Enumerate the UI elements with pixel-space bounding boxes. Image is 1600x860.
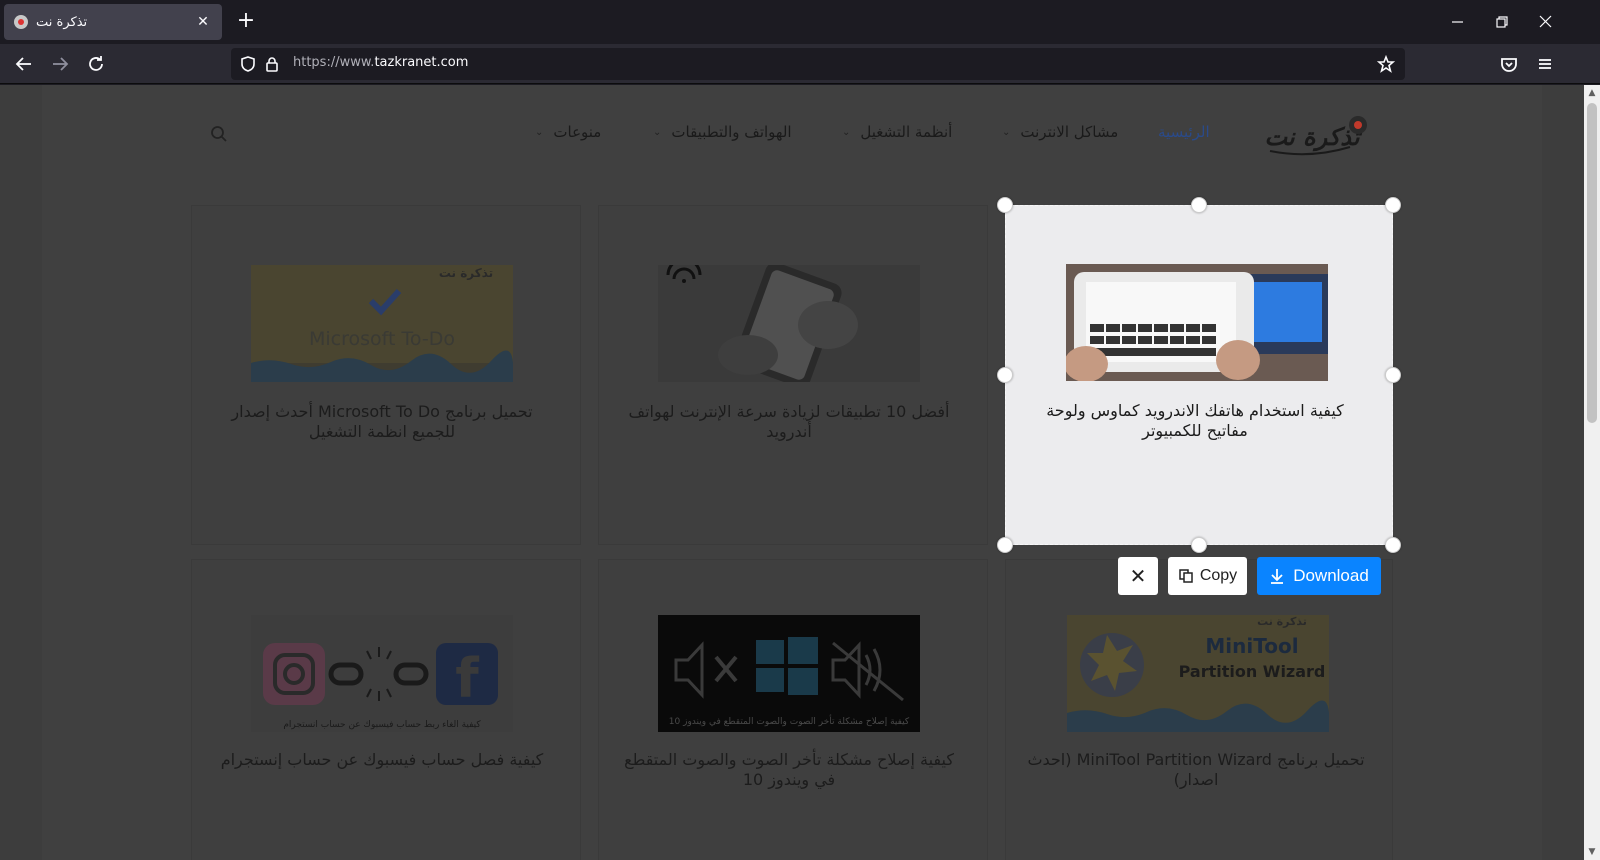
scroll-down-icon[interactable]: ▼	[1587, 847, 1597, 857]
article-title[interactable]: تحميل برنامج MiniTool Partition Wizard (…	[1026, 750, 1366, 790]
browser-tab[interactable]: تذكرة نت ✕	[4, 4, 222, 40]
thumb-caption: كيفية الغاء ربط حساب فيسبوك عن حساب انست…	[283, 720, 481, 730]
chevron-down-icon: ⌄	[842, 126, 851, 138]
url-prefix: https://www.	[293, 55, 375, 70]
nav-internet-label: مشاكل الانترنت	[1020, 123, 1119, 141]
article-thumbnail[interactable]: Microsoft To-Do تذكرة نت	[251, 265, 513, 382]
tab-strip: تذكرة نت ✕ +	[0, 0, 1600, 44]
page-viewport: تذكرة نت الرئيسية مشاكل الانترنت ⌄ أنظمة …	[0, 85, 1584, 860]
page-scrollbar[interactable]: ▲ ▼	[1584, 85, 1600, 860]
download-button[interactable]: Download	[1257, 557, 1381, 595]
nav-misc-label: منوعات	[553, 123, 602, 141]
chevron-down-icon: ⌄	[535, 126, 544, 138]
article-card[interactable]: كيفية إصلاح مشكلة تأخر الصوت والصوت المت…	[598, 559, 988, 860]
article-card[interactable]: f كيفية الغاء ربط حساب فيسبوك عن حساب ان…	[191, 559, 581, 860]
tab-title: تذكرة نت	[36, 14, 88, 30]
resize-handle-bottom-left[interactable]	[997, 537, 1013, 553]
nav-os-label: أنظمة التشغيل	[860, 123, 953, 141]
nav-phones-label: الهواتف والتطبيقات	[671, 123, 792, 141]
resize-handle-top-right[interactable]	[1385, 197, 1401, 213]
lock-icon[interactable]	[263, 55, 281, 73]
article-title[interactable]: تحميل برنامج Microsoft To Do أحدث إصدار …	[212, 402, 552, 442]
article-title[interactable]: أفضل 10 تطبيقات لزيادة سرعة الإنترنت لهو…	[619, 402, 959, 442]
nav-home[interactable]: الرئيسية	[1158, 123, 1210, 141]
article-thumbnail[interactable]: f كيفية الغاء ربط حساب فيسبوك عن حساب ان…	[251, 615, 513, 732]
resize-handle-bottom-right[interactable]	[1385, 537, 1401, 553]
download-label: Download	[1293, 566, 1369, 585]
download-icon	[1271, 569, 1284, 584]
tracking-protection-icon[interactable]	[239, 55, 257, 73]
article-thumbnail[interactable]	[658, 265, 920, 382]
nav-misc[interactable]: منوعات ⌄	[535, 123, 601, 141]
thumb-text-2: Partition Wizard	[1179, 662, 1326, 681]
navigation-toolbar: https://www.tazkranet.com	[0, 44, 1600, 84]
pocket-icon[interactable]	[1497, 52, 1521, 76]
article-card[interactable]: MiniTool Partition Wizard تذكرة نت تحميل…	[1005, 559, 1393, 860]
restore-icon[interactable]	[1490, 10, 1514, 34]
nav-operating-systems[interactable]: أنظمة التشغيل ⌄	[842, 123, 952, 141]
copy-button[interactable]: Copy	[1168, 557, 1247, 595]
copy-icon	[1179, 569, 1193, 583]
article-title[interactable]: كيفية فصل حساب فيسبوك عن حساب إنستجرام	[212, 750, 552, 770]
cancel-screenshot-button[interactable]: ✕	[1118, 557, 1158, 595]
close-window-icon[interactable]	[1534, 10, 1558, 34]
thumb-logo: تذكرة نت	[439, 266, 493, 280]
scrollbar-thumb[interactable]	[1587, 103, 1597, 423]
nav-phones-apps[interactable]: الهواتف والتطبيقات ⌄	[653, 123, 792, 141]
article-title[interactable]: كيفية إصلاح مشكلة تأخر الصوت والصوت المت…	[619, 750, 959, 790]
thumb-text-1: MiniTool	[1205, 634, 1298, 658]
menu-icon[interactable]	[1533, 52, 1557, 76]
address-bar[interactable]: https://www.tazkranet.com	[231, 48, 1405, 80]
resize-handle-left[interactable]	[997, 367, 1013, 383]
bookmark-star-icon[interactable]	[1376, 54, 1396, 73]
thumb-logo: تذكرة نت	[1257, 615, 1307, 628]
site-logo[interactable]: تذكرة نت	[1250, 107, 1380, 163]
scroll-up-icon[interactable]: ▲	[1587, 88, 1597, 98]
copy-label: Copy	[1199, 567, 1238, 584]
article-card[interactable]: Microsoft To-Do تذكرة نت تحميل برنامج Mi…	[191, 205, 581, 545]
close-tab-icon[interactable]: ✕	[194, 14, 212, 30]
forward-icon[interactable]	[48, 52, 72, 76]
selection-region[interactable]	[1005, 205, 1393, 545]
nav-internet-problems[interactable]: مشاكل الانترنت ⌄	[1002, 123, 1118, 141]
resize-handle-bottom[interactable]	[1191, 537, 1207, 553]
article-card[interactable]: أفضل 10 تطبيقات لزيادة سرعة الإنترنت لهو…	[598, 205, 988, 545]
article-thumbnail[interactable]: كيفية إصلاح مشكلة تأخر الصوت والصوت المت…	[658, 615, 920, 732]
svg-text:f: f	[455, 647, 479, 710]
nav-home-label: الرئيسية	[1158, 123, 1210, 141]
resize-handle-right[interactable]	[1385, 367, 1401, 383]
search-icon[interactable]	[210, 125, 228, 143]
resize-handle-top[interactable]	[1191, 197, 1207, 213]
site-header: تذكرة نت الرئيسية مشاكل الانترنت ⌄ أنظمة …	[0, 85, 1584, 185]
chevron-down-icon: ⌄	[1002, 126, 1011, 138]
reload-icon[interactable]	[84, 52, 108, 76]
site-favicon-icon	[14, 15, 28, 29]
resize-handle-top-left[interactable]	[997, 197, 1013, 213]
thumb-caption: Microsoft To-Do	[309, 328, 455, 350]
back-icon[interactable]	[12, 52, 36, 76]
minimize-icon[interactable]	[1446, 10, 1470, 34]
url-domain: tazkranet.com	[374, 55, 469, 70]
article-thumbnail[interactable]: MiniTool Partition Wizard تذكرة نت	[1067, 615, 1329, 732]
chevron-down-icon: ⌄	[653, 126, 662, 138]
close-icon: ✕	[1129, 565, 1147, 588]
new-tab-icon[interactable]: +	[234, 10, 258, 34]
url-text[interactable]: https://www.tazkranet.com	[293, 55, 468, 70]
